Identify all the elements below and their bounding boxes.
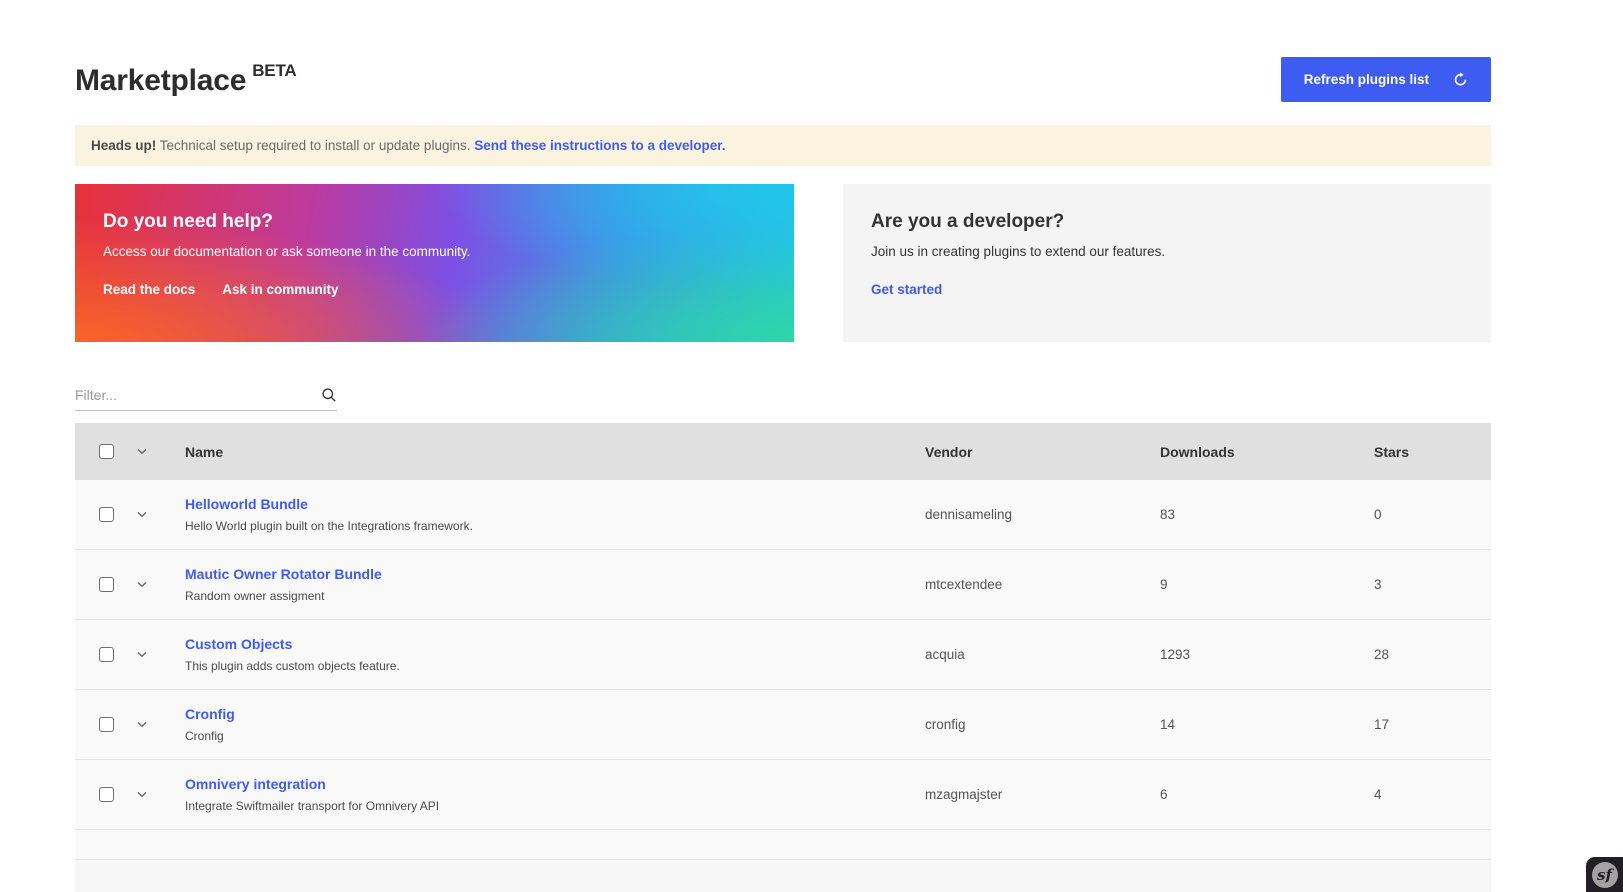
table-row: Omnivery integration Integrate Swiftmail… [75, 760, 1491, 830]
row-chevron-down-icon[interactable] [137, 510, 185, 519]
developer-card: Are you a developer? Join us in creating… [843, 184, 1491, 342]
plugin-name-link[interactable]: Custom Objects [185, 636, 925, 652]
plugin-stars: 3 [1374, 577, 1467, 592]
plugin-description: Cronfig [185, 729, 925, 743]
table-body: Helloworld Bundle Hello World plugin bui… [75, 480, 1491, 830]
row-checkbox[interactable] [99, 507, 114, 522]
plugin-name-link[interactable]: Helloworld Bundle [185, 496, 925, 512]
plugin-name-link[interactable]: Cronfig [185, 706, 925, 722]
table-header-row: Name Vendor Downloads Stars [75, 423, 1491, 480]
plugin-vendor: dennisameling [925, 507, 1160, 522]
symfony-logo-icon: sf [1592, 862, 1618, 888]
table-row-partial [75, 830, 1491, 860]
table-row: Helloworld Bundle Hello World plugin bui… [75, 480, 1491, 550]
plugin-vendor: mzagmajster [925, 787, 1160, 802]
developer-card-body: Join us in creating plugins to extend ou… [871, 244, 1463, 259]
row-checkbox[interactable] [99, 647, 114, 662]
refresh-plugins-label: Refresh plugins list [1304, 72, 1429, 87]
page-header: Marketplace BETA Refresh plugins list [75, 57, 1491, 102]
row-chevron-down-icon[interactable] [137, 650, 185, 659]
read-the-docs-link[interactable]: Read the docs [103, 282, 195, 297]
column-header-vendor: Vendor [925, 444, 1160, 460]
page-title-text: Marketplace [75, 64, 246, 97]
plugin-name-cell: Helloworld Bundle Hello World plugin bui… [185, 496, 925, 533]
plugin-vendor: cronfig [925, 717, 1160, 732]
plugin-name-cell: Custom Objects This plugin adds custom o… [185, 636, 925, 673]
plugin-downloads: 6 [1160, 787, 1374, 802]
row-chevron-down-icon[interactable] [137, 720, 185, 729]
table-row: Mautic Owner Rotator Bundle Random owner… [75, 550, 1491, 620]
plugin-stars: 28 [1374, 647, 1467, 662]
developer-card-title: Are you a developer? [871, 211, 1463, 233]
column-header-stars: Stars [1374, 444, 1467, 460]
plugin-downloads: 9 [1160, 577, 1374, 592]
plugin-name-link[interactable]: Omnivery integration [185, 776, 925, 792]
plugin-vendor: acquia [925, 647, 1160, 662]
plugins-table: Name Vendor Downloads Stars Helloworld B… [75, 423, 1491, 892]
plugin-stars: 4 [1374, 787, 1467, 802]
row-checkbox[interactable] [99, 577, 114, 592]
row-checkbox[interactable] [99, 717, 114, 732]
refresh-icon [1453, 72, 1468, 87]
beta-badge: BETA [252, 61, 296, 80]
plugin-description: Random owner assigment [185, 589, 925, 603]
table-row: Custom Objects This plugin adds custom o… [75, 620, 1491, 690]
help-card-title: Do you need help? [103, 211, 766, 233]
plugin-name-link[interactable]: Mautic Owner Rotator Bundle [185, 566, 925, 582]
row-chevron-down-icon[interactable] [137, 580, 185, 589]
page-title: Marketplace BETA [75, 61, 296, 98]
get-started-link[interactable]: Get started [871, 282, 942, 297]
plugin-name-cell: Omnivery integration Integrate Swiftmail… [185, 776, 925, 813]
plugin-vendor: mtcextendee [925, 577, 1160, 592]
info-cards: Do you need help? Access our documentati… [75, 184, 1491, 342]
table-row: Cronfig Cronfig cronfig 14 17 [75, 690, 1491, 760]
plugin-name-cell: Mautic Owner Rotator Bundle Random owner… [185, 566, 925, 603]
warning-strong: Heads up! [91, 138, 156, 153]
developer-card-links: Get started [871, 282, 1463, 297]
plugin-stars: 17 [1374, 717, 1467, 732]
column-header-downloads: Downloads [1160, 444, 1374, 460]
row-chevron-down-icon[interactable] [137, 790, 185, 799]
plugin-stars: 0 [1374, 507, 1467, 522]
search-icon[interactable] [321, 387, 337, 403]
row-checkbox[interactable] [99, 787, 114, 802]
plugin-description: This plugin adds custom objects feature. [185, 659, 925, 673]
help-card-links: Read the docs Ask in community [103, 282, 766, 297]
ask-in-community-link[interactable]: Ask in community [222, 282, 338, 297]
warning-text: Technical setup required to install or u… [156, 138, 474, 153]
plugin-downloads: 14 [1160, 717, 1374, 732]
table-row-partial [75, 860, 1491, 892]
plugin-downloads: 1293 [1160, 647, 1374, 662]
filter-input[interactable] [75, 387, 321, 403]
column-header-name: Name [185, 444, 925, 460]
plugin-description: Integrate Swiftmailer transport for Omni… [185, 799, 925, 813]
symfony-profiler-toggle[interactable]: sf [1586, 857, 1623, 892]
plugin-name-cell: Cronfig Cronfig [185, 706, 925, 743]
help-card: Do you need help? Access our documentati… [75, 184, 794, 342]
help-card-body: Access our documentation or ask someone … [103, 244, 766, 259]
send-instructions-link[interactable]: Send these instructions to a developer. [474, 138, 725, 153]
select-all-checkbox[interactable] [99, 444, 114, 459]
setup-warning-banner: Heads up! Technical setup required to in… [75, 125, 1491, 166]
plugin-downloads: 83 [1160, 507, 1374, 522]
header-chevron-down-icon[interactable] [137, 447, 185, 456]
filter-bar [75, 387, 337, 411]
plugin-description: Hello World plugin built on the Integrat… [185, 519, 925, 533]
marketplace-page: Marketplace BETA Refresh plugins list Hea… [75, 57, 1491, 892]
refresh-plugins-button[interactable]: Refresh plugins list [1281, 57, 1491, 102]
